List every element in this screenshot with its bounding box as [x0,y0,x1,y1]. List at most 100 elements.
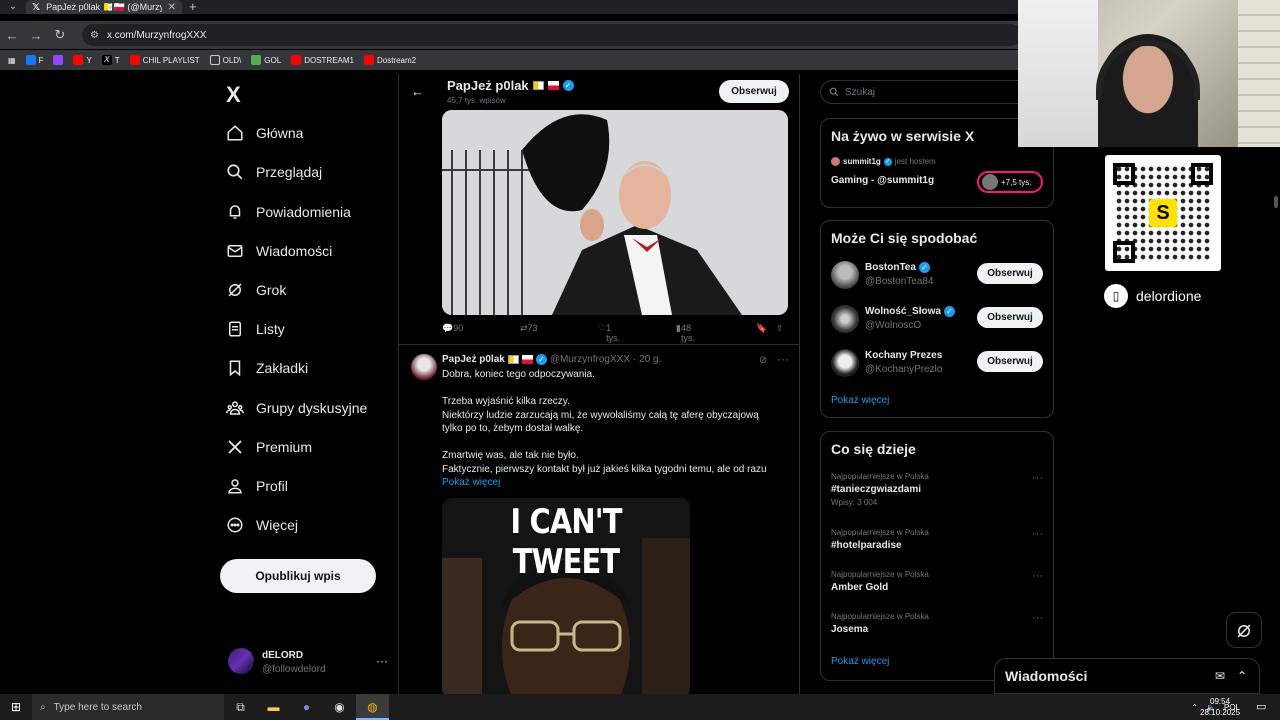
post-author-handle[interactable]: @MurzynfrogXXX [550,354,630,365]
post-line: Zmartwię was, ale tak nie było. [442,450,579,461]
bookmark-folder-old[interactable]: OLD\ [209,55,241,65]
trend-item[interactable]: Najpopularniejsze w Polska #tanieczgwiaz… [831,472,1045,507]
back-icon[interactable]: ← [0,28,24,43]
bookmark-gol[interactable]: GOL [251,55,281,65]
bookmark-dostream1[interactable]: DOSTREAM1 [291,55,354,65]
sidebar-item-lists[interactable]: Listy [226,320,285,338]
repost-button[interactable]: ⇄ 73 [520,323,538,334]
x-premium-icon [228,440,242,454]
live-host-row[interactable]: summit1g ✓ jest hostem [831,157,936,166]
site-info-icon[interactable]: ⚙ [90,30,99,41]
suggested-user[interactable]: Wolność_Słowa ✓ @WolnoscO Obserwuj [831,303,1045,335]
show-more-link[interactable]: Pokaż więcej [831,656,889,667]
post-image[interactable]: I CAN'T TWEET [442,498,690,694]
sidebar-item-explore[interactable]: Przeglądaj [226,163,322,181]
sidebar-item-premium[interactable]: Premium [226,438,312,456]
post-line-blank [442,436,792,450]
file-explorer-icon[interactable]: ▬ [257,694,290,720]
sidebar-item-bookmarks[interactable]: Zakładki [226,359,308,377]
sidebar-item-communities[interactable]: Grupy dyskusyjne [226,399,367,417]
account-switcher[interactable]: dELORD @followdelord ··· [228,648,388,678]
post-actions: 💬 90 ⇄ 73 ♡ 1 tys. ▮ 48 tys. 🔖 ⇪ [442,323,788,343]
sidebar-item-more[interactable]: Więcej [226,516,298,534]
live-host-name: summit1g [843,157,881,166]
forward-icon[interactable]: → [24,28,48,43]
windows-start-icon[interactable]: ⊞ [0,700,32,714]
trend-item[interactable]: Najpopularniejsze w Polska #hotelparadis… [831,528,1045,551]
more-dots-icon[interactable]: ··· [1032,472,1043,484]
like-button[interactable]: ♡ 1 tys. [598,323,620,343]
more-dots-icon[interactable]: ··· [376,654,388,668]
bookmark-twitch[interactable] [53,55,64,65]
grok-explain-icon[interactable]: ⊘ [759,355,767,366]
discord-icon[interactable]: ● [290,694,323,720]
expand-up-icon[interactable]: ⌃ [1237,669,1247,683]
show-more-link[interactable]: Pokaż więcej [831,395,889,406]
trend-item[interactable]: Najpopularniejsze w Polska Amber Gold ··… [831,570,1045,593]
suggested-user[interactable]: BostonTea ✓ @BostonTea84 Obserwuj [831,259,1045,291]
follow-button[interactable]: Obserwuj [977,263,1043,284]
clock-date: 28.10.2025 [1200,708,1241,717]
suggested-user[interactable]: Kochany Prezes @KochanyPrezlo Obserwuj [831,347,1045,379]
more-dots-icon[interactable]: ··· [1032,570,1043,582]
trend-item[interactable]: Najpopularniejsze w Polska Josema ··· [831,612,1045,635]
messages-drawer[interactable]: Wiadomości ✉ ⌃ [994,658,1260,694]
search-input[interactable]: Szukaj [820,80,1030,104]
sidebar-item-profile[interactable]: Profil [226,477,288,495]
sidebar-item-messages[interactable]: Wiadomości [226,242,332,260]
bookmark-facebook[interactable]: F [25,55,43,65]
more-dots-icon[interactable]: ··· [777,352,789,366]
tab-search-icon[interactable]: ⌄ [4,0,22,14]
publish-post-button[interactable]: Opublikuj wpis [220,559,376,593]
show-more-link[interactable]: Pokaż więcej [442,476,792,490]
trend-context: Najpopularniejsze w Polska [831,472,929,481]
new-tab-button[interactable]: + [189,0,197,13]
grok-floating-button[interactable] [1226,612,1262,648]
more-dots-icon[interactable]: ··· [1032,528,1043,540]
windows-taskbar: ⊞ ⌕ Type here to search ⧉ ▬ ● ◉ ◍ ⌃ 🔈 PO… [0,694,1280,720]
x-logo-icon[interactable]: X [226,82,241,108]
live-card-title: Na żywo w serwisie X [831,128,975,144]
page-scrollbar[interactable] [1274,196,1278,208]
trends-card: Co się dzieje Najpopularniejsze w Polska… [820,431,1054,681]
follow-button[interactable]: Obserwuj [977,307,1043,328]
sidebar-item-grok[interactable]: Grok [226,281,286,299]
apps-grid-icon[interactable]: ▦ [8,56,16,65]
tray-overflow-icon[interactable]: ⌃ [1191,703,1198,712]
browser-tab[interactable]: 𝕏 PapJeż p0lak 🇻🇦🇵🇱 (@MurzynfrogXXX ✕ [26,0,182,14]
post-image[interactable] [442,110,788,315]
verified-badge-icon: ✓ [883,157,892,166]
follow-button[interactable]: Obserwuj [977,351,1043,372]
bookmark-dostream2[interactable]: Dostream2 [363,55,416,65]
task-view-icon[interactable]: ⧉ [224,694,257,720]
post-author-name[interactable]: PapJeż p0lak [442,354,505,365]
views-button[interactable]: ▮ 48 tys. [676,323,695,343]
obs-icon[interactable]: ◉ [323,694,356,720]
new-message-icon[interactable]: ✉ [1215,669,1225,683]
chrome-icon[interactable]: ◍ [356,694,389,720]
post-time[interactable]: · 20 g. [633,354,661,365]
taskbar-search-input[interactable]: ⌕ Type here to search [32,694,224,720]
live-stream-title[interactable]: Gaming - @summit1g [831,175,934,186]
sidebar-item-home[interactable]: Główna [226,124,303,142]
reply-button[interactable]: 💬 90 [442,323,463,334]
reload-icon[interactable]: ↻ [48,27,72,43]
address-bar[interactable]: ⚙ x.com/MurzynfrogXXX [82,24,1022,46]
live-listeners-pill[interactable]: +7,5 tys. [977,171,1043,193]
avatar[interactable] [411,354,437,380]
notification-center-icon[interactable]: ▭ [1256,700,1266,713]
back-arrow-icon[interactable]: ← [411,84,424,99]
share-icon[interactable]: ⇪ [776,323,784,334]
taskbar-clock[interactable]: 09:54 28.10.2025 [1200,696,1240,718]
account-name: dELORD [262,650,304,661]
bookmark-chill-playlist[interactable]: CHIL PLAYLIST [129,55,200,65]
bookmark-x[interactable]: XT [101,55,120,65]
people-icon [226,401,244,415]
tab-close-icon[interactable]: ✕ [168,2,176,13]
sidebar-item-notifications[interactable]: Powiadomienia [226,203,351,221]
qr-finder [1113,241,1135,263]
follow-button[interactable]: Obserwuj [719,80,789,103]
more-dots-icon[interactable]: ··· [1032,612,1043,624]
bookmark-youtube[interactable]: Y [73,55,92,65]
bookmark-post-icon[interactable]: 🔖 [756,323,767,334]
